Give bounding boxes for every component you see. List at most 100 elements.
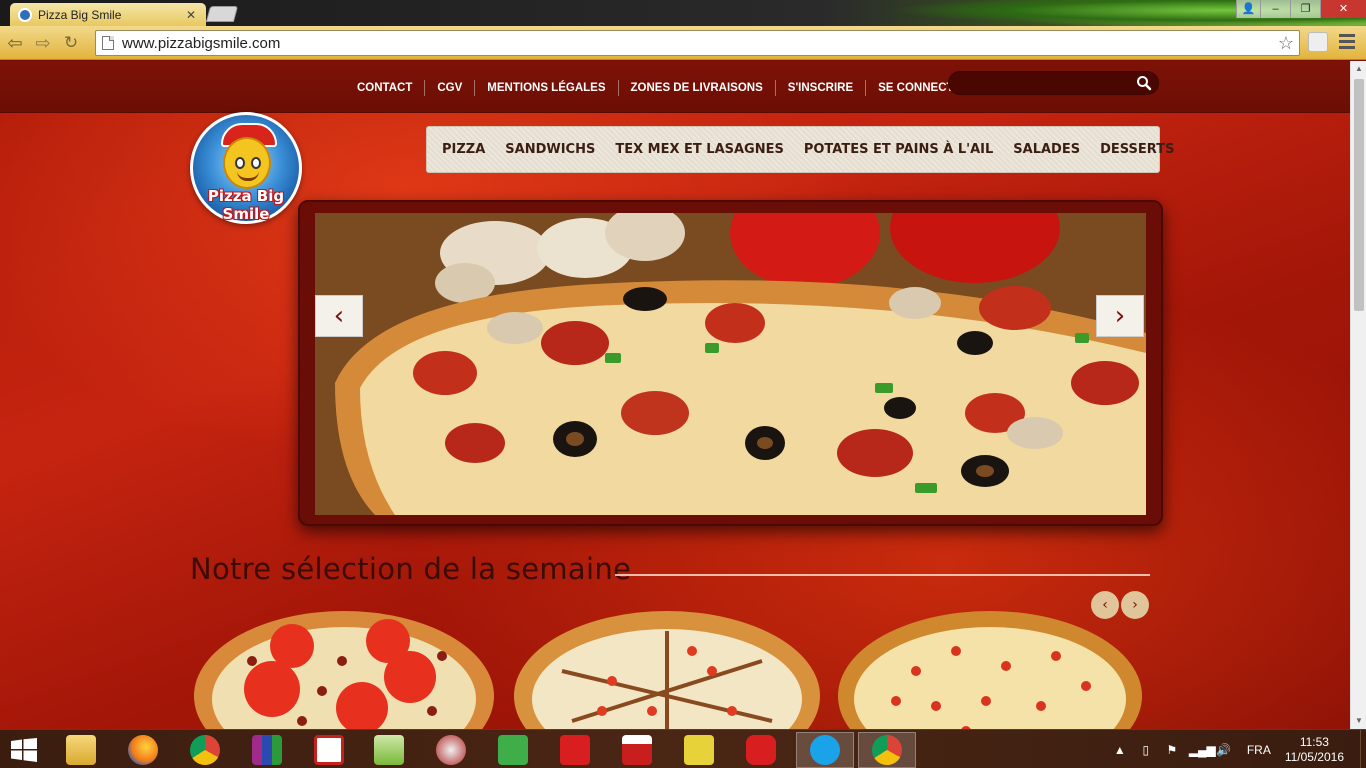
pizza-bbq-image	[514, 611, 820, 729]
page-viewport: CONTACT CGV MENTIONS LÉGALES ZONES DE LI…	[0, 61, 1350, 729]
menu-potates-pains-ail[interactable]: POTATES ET PAINS À L'AIL	[804, 142, 993, 157]
file-explorer-icon	[66, 735, 96, 765]
search-input[interactable]	[959, 75, 1129, 92]
windows-taskbar: ▲ ▯ ⚑ ▂▄▆ 🔊 FRA 11:53 11/05/2016	[0, 729, 1366, 768]
clock-time: 11:53	[1299, 734, 1329, 749]
scroll-down-arrow-icon[interactable]: ▼	[1351, 713, 1366, 729]
chrome-icon	[190, 735, 220, 765]
show-desktop-button[interactable]	[1360, 730, 1366, 768]
taskbar-notepad-plus[interactable]	[360, 732, 418, 768]
taskbar-skype[interactable]	[796, 732, 854, 768]
address-bar[interactable]: www.pizzabigsmile.com ☆	[95, 30, 1300, 56]
taskbar-acrobat[interactable]	[300, 732, 358, 768]
volume-icon[interactable]: 🔊	[1215, 743, 1233, 757]
reload-icon[interactable]: ↻	[58, 30, 84, 56]
pizza-card[interactable]	[836, 611, 1144, 729]
pizza-pepperoni-tomato-image	[194, 611, 494, 729]
site-favicon-icon	[18, 7, 32, 22]
link-mentions-legales[interactable]: MENTIONS LÉGALES	[474, 80, 617, 96]
close-window-button[interactable]: ✕	[1320, 0, 1366, 18]
hero-pizza-illustration	[315, 213, 1146, 515]
system-tray: ▲ ▯ ⚑ ▂▄▆ 🔊 FRA 11:53 11/05/2016	[1107, 730, 1366, 768]
network-signal-icon[interactable]: ▂▄▆	[1189, 743, 1216, 757]
extension-icon[interactable]	[1308, 32, 1328, 52]
browser-tab[interactable]: Pizza Big Smile ✕	[10, 3, 206, 26]
page-icon	[102, 36, 114, 50]
slider-next-button[interactable]: ›	[1096, 295, 1144, 337]
scroll-up-arrow-icon[interactable]: ▲	[1351, 61, 1366, 77]
logo-face	[223, 137, 271, 189]
irfanview-icon	[684, 735, 714, 765]
notepad-plus-icon	[374, 735, 404, 765]
clock[interactable]: 11:53 11/05/2016	[1285, 735, 1344, 765]
taskbar-pic-app[interactable]	[732, 732, 790, 768]
taskbar-chrome-active[interactable]	[858, 732, 916, 768]
device-icon[interactable]: ▯	[1137, 743, 1155, 757]
windows-start-icon[interactable]	[10, 738, 38, 762]
search-icon[interactable]	[1136, 75, 1152, 91]
main-menu: PIZZA SANDWICHS TEX MEX ET LASAGNES POTA…	[426, 126, 1174, 173]
show-hidden-icons-icon[interactable]: ▲	[1111, 743, 1129, 757]
clock-date: 11/05/2016	[1284, 749, 1344, 764]
logo-eye	[251, 157, 261, 169]
forward-arrow-icon[interactable]: ⇨	[30, 30, 56, 56]
taskbar-chrome[interactable]	[176, 732, 234, 768]
taskbar-file-explorer[interactable]	[52, 732, 110, 768]
utility-links: CONTACT CGV MENTIONS LÉGALES ZONES DE LI…	[345, 80, 982, 96]
hero-pizza-image	[315, 213, 1146, 515]
logo-eye	[235, 157, 245, 169]
firefox-icon	[128, 735, 158, 765]
chrome-menu-icon[interactable]	[1336, 31, 1358, 53]
back-arrow-icon[interactable]: ⇦	[2, 30, 28, 56]
tab-title: Pizza Big Smile	[38, 7, 122, 22]
menu-desserts[interactable]: DESSERTS	[1100, 142, 1174, 157]
pizza-card[interactable]	[192, 611, 496, 729]
new-tab-button[interactable]	[205, 6, 239, 22]
logo-mouth	[237, 171, 259, 181]
menu-pizza[interactable]: PIZZA	[442, 142, 485, 157]
hero-slider	[298, 200, 1163, 526]
browser-tab-strip: Pizza Big Smile ✕ 👤 – ❐ ✕	[0, 0, 1366, 26]
taskbar-winrar[interactable]	[238, 732, 296, 768]
section-divider	[615, 574, 1150, 576]
language-indicator[interactable]: FRA	[1247, 743, 1271, 757]
logo-text: Pizza Big Smile	[207, 187, 285, 223]
profile-icon[interactable]: 👤	[1236, 0, 1260, 18]
skype-icon	[810, 735, 840, 765]
snipping-tool-icon	[436, 735, 466, 765]
bookmark-star-icon[interactable]: ☆	[1273, 33, 1299, 54]
url-text[interactable]: www.pizzabigsmile.com	[122, 35, 1273, 52]
link-zones-de-livraisons[interactable]: ZONES DE LIVRAISONS	[617, 80, 775, 96]
tab-close-icon[interactable]: ✕	[184, 8, 198, 22]
page-scrollbar[interactable]: ▲ ▼	[1350, 61, 1366, 729]
chrome-active-icon	[872, 735, 902, 765]
qt-creator-icon	[498, 735, 528, 765]
taskbar-snipping-tool[interactable]	[422, 732, 480, 768]
menu-tex-mex-lasagnes[interactable]: TEX MEX ET LASAGNES	[615, 142, 784, 157]
action-center-icon[interactable]: ⚑	[1163, 743, 1181, 757]
utility-bar: CONTACT CGV MENTIONS LÉGALES ZONES DE LI…	[0, 61, 1350, 113]
link-cgv[interactable]: CGV	[424, 80, 474, 96]
taskbar-mplab-ide[interactable]	[608, 732, 666, 768]
mplab-ide-icon	[622, 735, 652, 765]
browser-toolbar: ⇦ ⇨ ↻ www.pizzabigsmile.com ☆	[0, 26, 1366, 60]
winrar-icon	[252, 735, 282, 765]
menu-salades[interactable]: SALADES	[1013, 142, 1080, 157]
scrollbar-thumb[interactable]	[1354, 79, 1364, 311]
pizza-card[interactable]	[512, 611, 822, 729]
link-contact[interactable]: CONTACT	[345, 80, 424, 96]
restore-button[interactable]: ❐	[1290, 0, 1320, 18]
site-logo[interactable]: Pizza Big Smile	[190, 112, 302, 224]
minimize-button[interactable]: –	[1260, 0, 1290, 18]
site-search	[948, 71, 1159, 95]
taskbar-ic-app[interactable]	[546, 732, 604, 768]
link-sinscrire[interactable]: S'INSCRIRE	[774, 80, 865, 96]
taskbar-irfanview[interactable]	[670, 732, 728, 768]
taskbar-qt-creator[interactable]	[484, 732, 542, 768]
slider-prev-button[interactable]: ‹	[315, 295, 363, 337]
menu-sandwichs[interactable]: SANDWICHS	[505, 142, 595, 157]
taskbar-firefox[interactable]	[114, 732, 172, 768]
pic-app-icon	[746, 735, 776, 765]
window-controls: 👤 – ❐ ✕	[1236, 0, 1366, 18]
pizza-tomato-cheese-image	[838, 611, 1142, 729]
